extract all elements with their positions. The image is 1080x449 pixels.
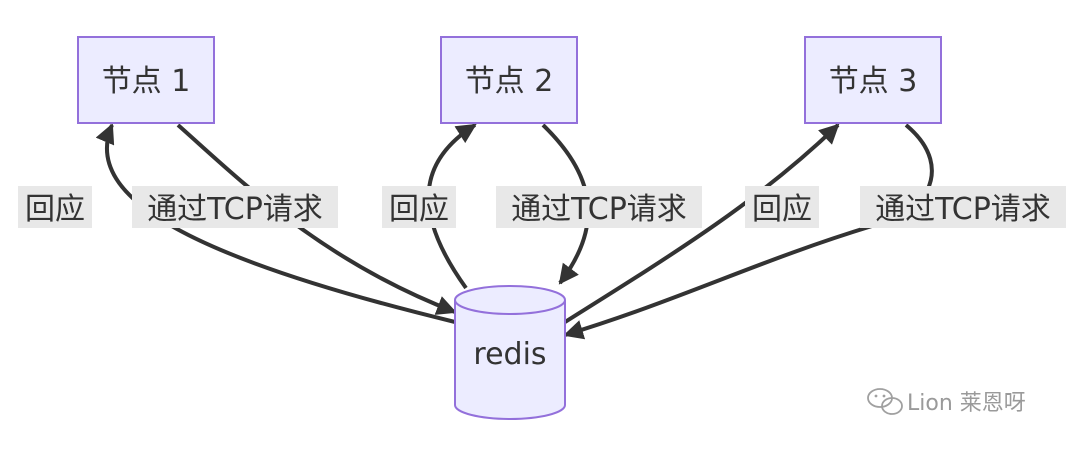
node-1-label: 节点 1 xyxy=(102,64,191,99)
watermark: Lion 莱恩呀 xyxy=(867,388,1026,416)
node-1: 节点 1 xyxy=(77,36,215,124)
node-2-label: 节点 2 xyxy=(465,64,554,99)
edge-node3-request xyxy=(563,123,934,340)
node-3-label: 节点 3 xyxy=(829,64,918,99)
label-node3-request: 通过TCP请求 xyxy=(875,192,1051,227)
node-3: 节点 3 xyxy=(804,36,942,124)
redis-label: redis xyxy=(473,337,546,372)
redis-database: redis xyxy=(454,285,566,420)
label-node2-reply: 回应 xyxy=(389,192,449,227)
node-2: 节点 2 xyxy=(440,36,578,124)
label-node2-request: 通过TCP请求 xyxy=(511,192,687,227)
flow-diagram: 回应 通过TCP请求 回应 通过TCP请求 回应 通过TCP请求 节点 1 节点… xyxy=(18,36,1066,420)
edge-labels: 回应 通过TCP请求 回应 通过TCP请求 回应 通过TCP请求 xyxy=(18,186,1066,228)
watermark-text: Lion 莱恩呀 xyxy=(907,391,1026,416)
wechat-icon xyxy=(867,388,903,415)
label-node1-reply: 回应 xyxy=(25,192,85,227)
label-node3-reply: 回应 xyxy=(752,192,812,227)
label-node1-request: 通过TCP请求 xyxy=(147,192,323,227)
